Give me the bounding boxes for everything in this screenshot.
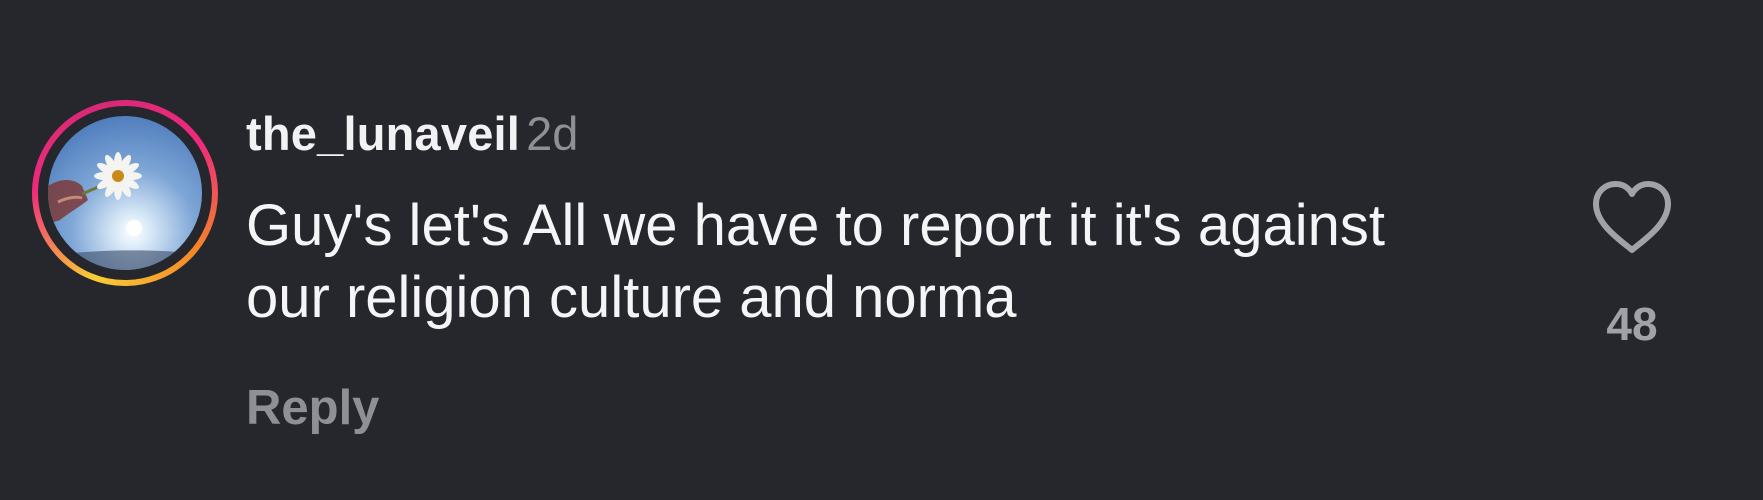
story-ring[interactable] [32, 100, 218, 286]
comment-item: the_lunaveil 2d Guy's let's All we have t… [0, 0, 1763, 500]
reply-button[interactable]: Reply [246, 378, 379, 438]
avatar-photo-icon [48, 116, 202, 270]
like-button[interactable] [1590, 178, 1674, 258]
avatar[interactable] [48, 116, 202, 270]
username-link[interactable]: the_lunaveil [246, 107, 520, 160]
heart-outline-icon [1593, 181, 1671, 253]
comment-timestamp: 2d [526, 107, 579, 160]
comment-header: the_lunaveil 2d [246, 104, 578, 176]
comment-body: Guy's let's All we have to report it it'… [246, 193, 1385, 330]
like-count: 48 [1606, 298, 1658, 350]
